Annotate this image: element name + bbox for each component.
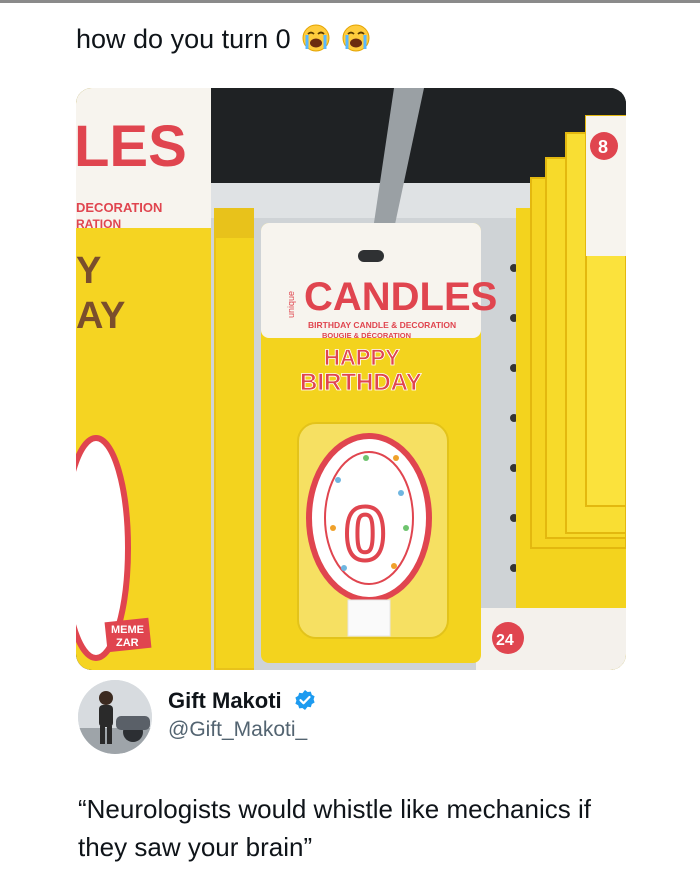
left-package-text-5: AY — [76, 295, 125, 337]
birthday-text: BIRTHDAY — [300, 369, 422, 396]
package-title: CANDLES — [304, 275, 497, 319]
left-package-text-2: DECORATION — [76, 200, 162, 215]
verified-badge-icon — [294, 689, 316, 717]
left-package-text-3: RATION — [76, 217, 121, 231]
candle-package-photo: LES DECORATION RATION Y AY 8 24 unique C… — [76, 88, 626, 670]
package-subtitle: BIRTHDAY CANDLE & DECORATION — [308, 320, 456, 330]
bottom-package-number: 24 — [496, 632, 514, 649]
package-subtitle-2: BOUGIE & DÉCORATION — [322, 331, 411, 340]
tweet-text: how do you turn 0 — [76, 22, 370, 60]
watermark-line-1: MEME — [111, 624, 144, 636]
author-name-label: Gift Makoti — [168, 688, 282, 713]
loudly-crying-face-emoji-icon — [302, 24, 330, 60]
author-row[interactable]: Gift Makoti @Gift_Makoti_ — [78, 676, 698, 756]
loudly-crying-face-emoji-icon — [342, 24, 370, 60]
author-name[interactable]: Gift Makoti — [168, 688, 316, 717]
tweet-photo[interactable]: LES DECORATION RATION Y AY 8 24 unique C… — [76, 88, 626, 670]
left-package-text-4: Y — [76, 250, 101, 292]
watermark-line-2: ZAR — [116, 637, 139, 649]
candle-number: 0 — [344, 492, 386, 577]
happy-text: HAPPY — [324, 345, 400, 370]
top-divider — [0, 0, 700, 3]
brand-label: unique — [286, 291, 296, 318]
author-handle[interactable]: @Gift_Makoti_ — [168, 718, 307, 742]
right-package-number: 8 — [598, 137, 608, 157]
left-package-text-1: LES — [76, 114, 187, 179]
avatar[interactable] — [78, 680, 152, 754]
tweet-text-label: how do you turn 0 — [76, 24, 291, 54]
quoted-tweet-text: “Neurologists would whistle like mechani… — [78, 794, 591, 862]
